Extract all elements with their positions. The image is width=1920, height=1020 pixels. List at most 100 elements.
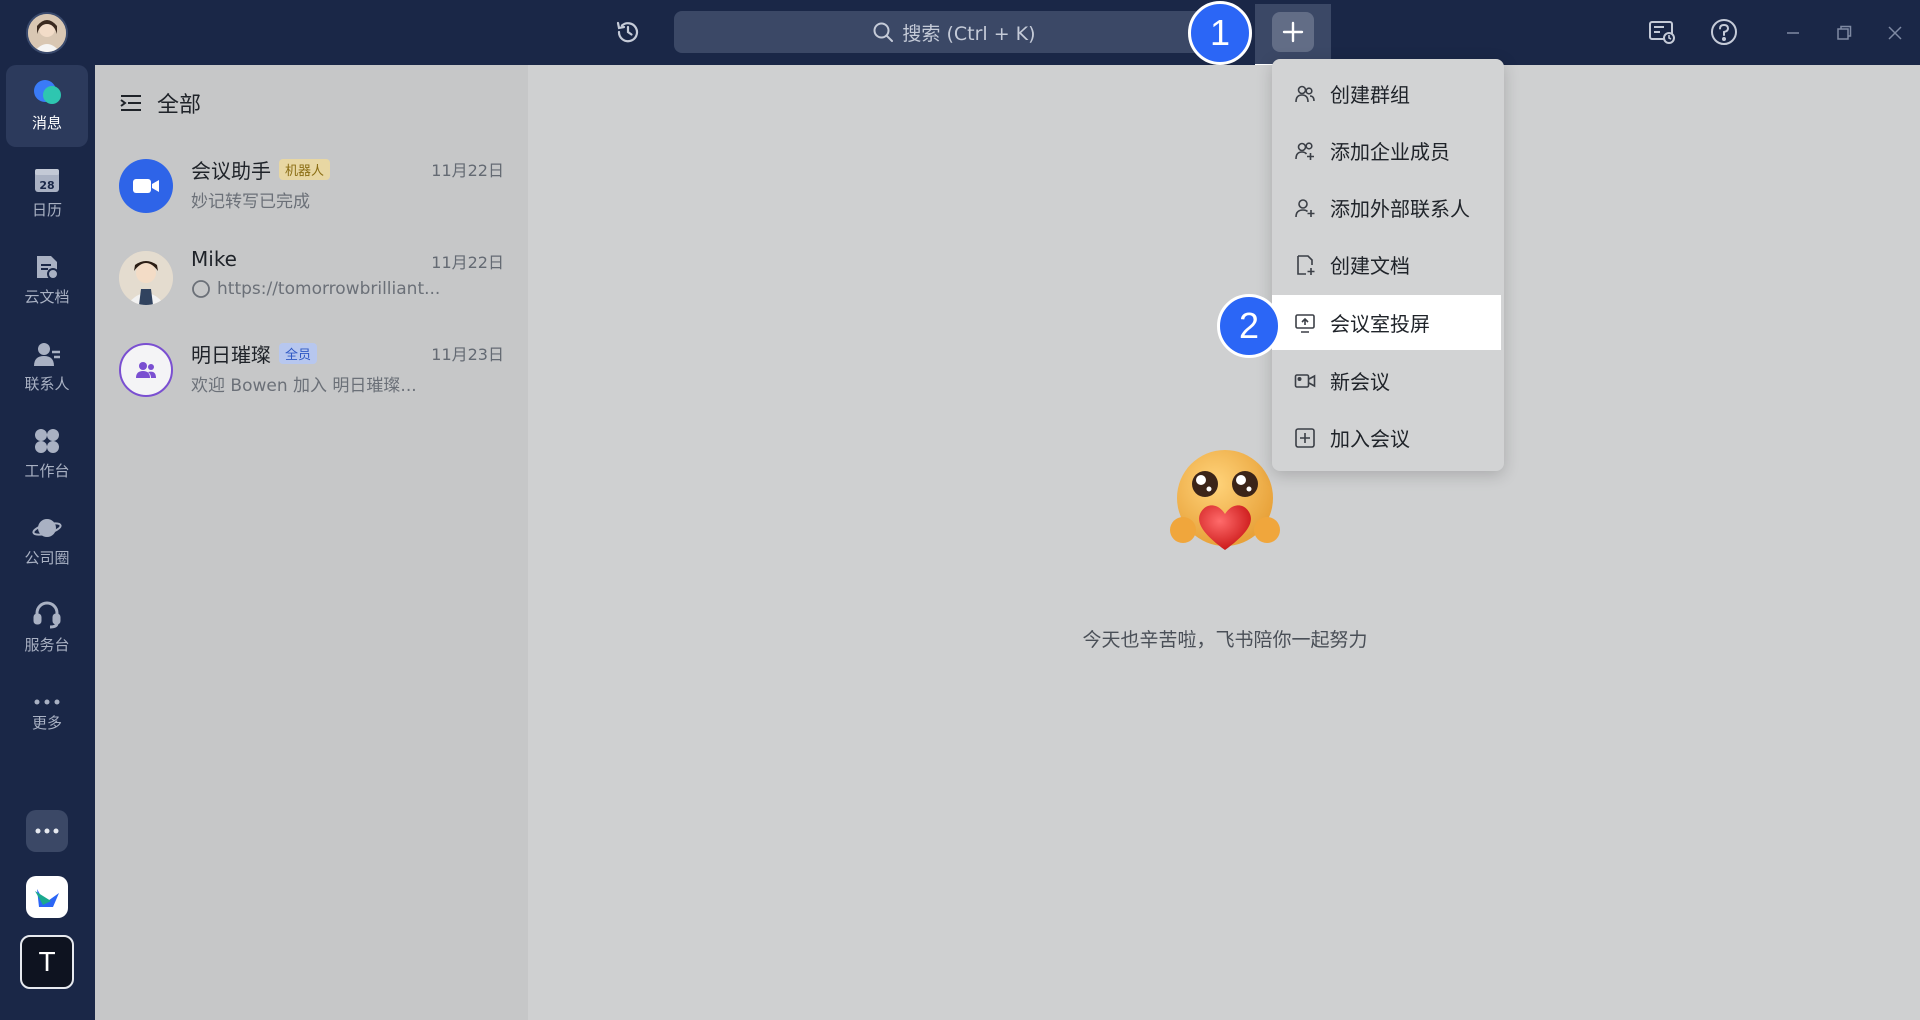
- new-doc-icon: [1294, 254, 1316, 276]
- menu-item-add-members[interactable]: 添加企业成员: [1272, 123, 1504, 178]
- chat-row[interactable]: 明日璀璨 全员 11月23日 欢迎 Bowen 加入 明日璀璨...: [95, 331, 528, 421]
- menu-label: 会议室投屏: [1330, 312, 1430, 336]
- nav-label: 公司圈: [24, 549, 70, 567]
- nav-item-messages[interactable]: 消息: [6, 65, 88, 147]
- menu-item-create-doc[interactable]: 创建文档: [1272, 237, 1504, 292]
- nav-item-calendar[interactable]: 28 日历: [6, 152, 88, 234]
- menu-item-join-meeting[interactable]: 加入会议: [1272, 410, 1504, 465]
- chat-time: 11月22日: [431, 161, 504, 180]
- announcement-icon: [1649, 21, 1675, 44]
- nav-item-moments[interactable]: 公司圈: [6, 500, 88, 582]
- app-shortcut[interactable]: [26, 876, 68, 918]
- search-placeholder: 搜索 (Ctrl + K): [902, 22, 1036, 45]
- chat-preview-text: 妙记转写已完成: [191, 192, 310, 212]
- history-icon: [616, 21, 639, 43]
- nav-label: 云文档: [24, 288, 70, 306]
- step-badge-2: 2: [1217, 294, 1281, 358]
- filter-list-icon: [120, 95, 141, 111]
- menu-label: 添加外部联系人: [1330, 197, 1470, 221]
- menu-label: 添加企业成员: [1330, 140, 1450, 164]
- chat-row[interactable]: Mike 11月22日 https://tomorrowbrilliant...: [95, 239, 528, 329]
- plus-dropdown-menu: 创建群组 添加企业成员 添加外部联系人 创建文档 会议室投屏 新会议 加入会议: [1272, 59, 1504, 471]
- menu-item-add-external-contact[interactable]: 添加外部联系人: [1272, 180, 1504, 235]
- left-navigation: 消息 28 日历 云文档 联系人 工作台 公司圈 服务台 更多 T: [0, 65, 95, 1020]
- add-members-icon: [1294, 140, 1316, 162]
- chat-filter-header[interactable]: 全部: [119, 87, 201, 119]
- chat-name-text: 明日璀璨: [191, 343, 271, 367]
- team-avatar-letter: T: [38, 946, 56, 977]
- screen-share-icon: [1294, 312, 1316, 334]
- planet-icon: [32, 519, 62, 537]
- announcement-button[interactable]: [1642, 14, 1682, 50]
- nav-label: 工作台: [24, 462, 70, 480]
- welcome-emoji-icon: [1170, 450, 1280, 550]
- restore-button[interactable]: [1829, 18, 1859, 48]
- chat-time: 11月22日: [431, 253, 504, 272]
- plus-icon: [1282, 21, 1304, 43]
- chat-time: 11月23日: [431, 345, 504, 364]
- search-box[interactable]: 搜索 (Ctrl + K): [674, 11, 1234, 53]
- minimize-button[interactable]: [1778, 18, 1808, 48]
- nav-item-docs[interactable]: 云文档: [6, 239, 88, 321]
- nav-item-more[interactable]: 更多: [6, 674, 88, 756]
- contacts-icon: [34, 343, 60, 366]
- message-icon: [34, 80, 61, 104]
- title-bar: 搜索 (Ctrl + K): [0, 0, 1920, 70]
- add-contact-icon: [1294, 197, 1316, 219]
- nav-item-workplace[interactable]: 工作台: [6, 413, 88, 495]
- chat-filter-label: 全部: [157, 93, 202, 118]
- group-icon: [1294, 83, 1316, 105]
- chat-preview-text: https://tomorrowbrilliant...: [217, 279, 441, 299]
- headset-icon: [33, 601, 61, 629]
- nav-label: 服务台: [24, 636, 70, 654]
- minimize-icon: [1787, 32, 1799, 34]
- help-button[interactable]: [1704, 14, 1744, 50]
- history-button[interactable]: [608, 14, 648, 50]
- chat-preview-text: 欢迎 Bowen 加入 明日璀璨...: [191, 376, 417, 396]
- chat-name: 会议助手 机器人: [191, 155, 331, 184]
- app-logo-icon: [35, 889, 59, 907]
- help-icon: [1711, 19, 1737, 45]
- nav-item-helpdesk[interactable]: 服务台: [6, 587, 88, 669]
- nav-label: 联系人: [24, 375, 70, 393]
- restore-icon: [1837, 25, 1852, 40]
- chat-row[interactable]: 会议助手 机器人 11月22日 妙记转写已完成: [95, 147, 528, 237]
- chat-name: Mike: [191, 247, 237, 271]
- search-icon: [873, 22, 894, 42]
- docs-icon: [37, 256, 59, 280]
- join-meeting-icon: [1294, 427, 1316, 449]
- workplace-icon: [35, 429, 59, 453]
- video-icon: [1294, 370, 1316, 392]
- chat-list-panel: 全部 会议助手 机器人 11月22日 妙记转写已完成 Mike 11月22日 h…: [95, 65, 528, 1020]
- more-apps-button[interactable]: [26, 810, 68, 852]
- bot-tag: 机器人: [279, 159, 331, 180]
- circle-status-icon: [192, 280, 210, 298]
- group-people-icon: [136, 362, 156, 378]
- menu-item-new-meeting[interactable]: 新会议: [1272, 353, 1504, 408]
- chat-name: 明日璀璨 全员: [191, 339, 318, 368]
- video-camera-icon: [133, 179, 159, 193]
- all-members-tag: 全员: [279, 343, 318, 364]
- close-icon: [1888, 26, 1902, 40]
- menu-item-create-group[interactable]: 创建群组: [1272, 66, 1504, 121]
- chat-name-text: 会议助手: [191, 159, 271, 183]
- close-button[interactable]: [1880, 18, 1910, 48]
- user-avatar[interactable]: [26, 12, 68, 54]
- team-avatar[interactable]: T: [20, 935, 74, 989]
- nav-item-contacts[interactable]: 联系人: [6, 326, 88, 408]
- menu-label: 新会议: [1330, 370, 1390, 394]
- nav-label: 日历: [31, 201, 62, 219]
- menu-label: 创建群组: [1330, 83, 1410, 107]
- nav-label: 更多: [31, 714, 62, 732]
- group-avatar: [119, 343, 173, 397]
- nav-label: 消息: [31, 114, 62, 132]
- menu-item-room-screen-share[interactable]: 会议室投屏: [1272, 295, 1501, 350]
- plus-button[interactable]: [1272, 12, 1314, 52]
- mike-avatar: [119, 251, 173, 305]
- menu-label: 创建文档: [1330, 254, 1410, 278]
- chat-name-text: Mike: [191, 247, 237, 271]
- chat-preview: https://tomorrowbrilliant...: [191, 279, 440, 299]
- meeting-assistant-avatar: [119, 159, 173, 213]
- step-badge-1: 1: [1188, 1, 1252, 65]
- welcome-message: 今天也辛苦啦，飞书陪你一起努力: [1082, 629, 1368, 651]
